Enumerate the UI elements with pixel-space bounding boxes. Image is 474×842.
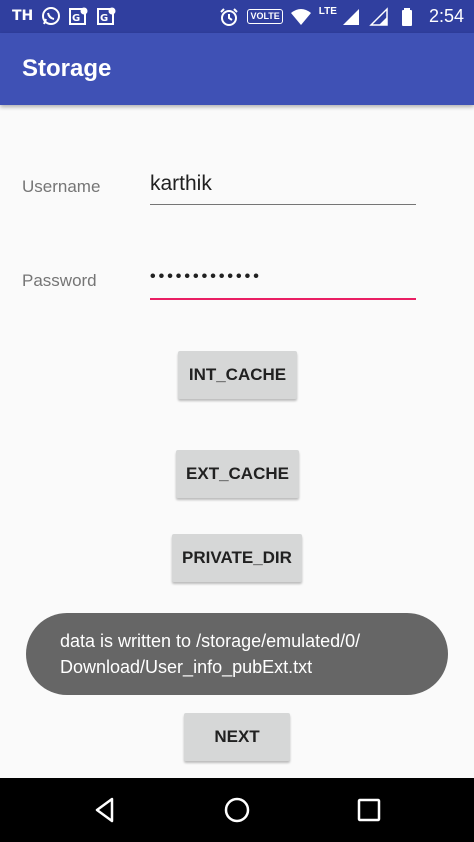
navigation-bar	[0, 778, 474, 842]
clock: 2:54	[428, 6, 464, 26]
signal-icon	[369, 6, 389, 27]
username-value: karthik	[150, 172, 212, 195]
back-icon[interactable]	[92, 796, 120, 824]
password-field[interactable]: •••••••••••••	[150, 268, 416, 300]
lte-label: LTE	[318, 6, 337, 17]
home-icon[interactable]	[223, 796, 251, 824]
password-underline	[150, 298, 416, 300]
toast-line-2: Download/User_info_pubExt.txt	[60, 657, 313, 677]
username-field[interactable]: karthik	[150, 172, 416, 205]
private-dir-button[interactable]: PRIVATE_DIR	[172, 534, 302, 582]
password-label: Password	[22, 271, 97, 290]
toast-line-1: data is written to /storage/emulated/0/	[60, 631, 361, 651]
maps-icon: G	[69, 6, 89, 26]
maps-icon: G	[97, 6, 117, 26]
alarm-icon	[219, 7, 239, 27]
carrier-text: TH	[12, 8, 34, 24]
toast-message: data is written to /storage/emulated/0/ …	[26, 613, 448, 695]
password-value: •••••••••••••	[150, 268, 262, 285]
recents-icon[interactable]	[355, 796, 383, 824]
volte-badge: VOLTE	[247, 9, 283, 24]
username-label: Username	[22, 177, 101, 196]
status-bar: TH G G VOLTE LTE 2:54	[0, 0, 474, 33]
battery-icon	[397, 7, 417, 27]
signal-icon	[341, 7, 361, 27]
app-bar: Storage	[0, 33, 474, 105]
page-title: Storage	[22, 55, 112, 82]
wifi-icon	[290, 7, 311, 27]
whatsapp-icon	[41, 6, 61, 26]
svg-text:G: G	[100, 13, 108, 24]
ext-cache-button[interactable]: EXT_CACHE	[176, 450, 299, 498]
int-cache-button[interactable]: INT_CACHE	[178, 351, 297, 399]
next-button[interactable]: NEXT	[184, 713, 290, 761]
username-underline	[150, 204, 416, 205]
svg-text:G: G	[72, 13, 80, 24]
